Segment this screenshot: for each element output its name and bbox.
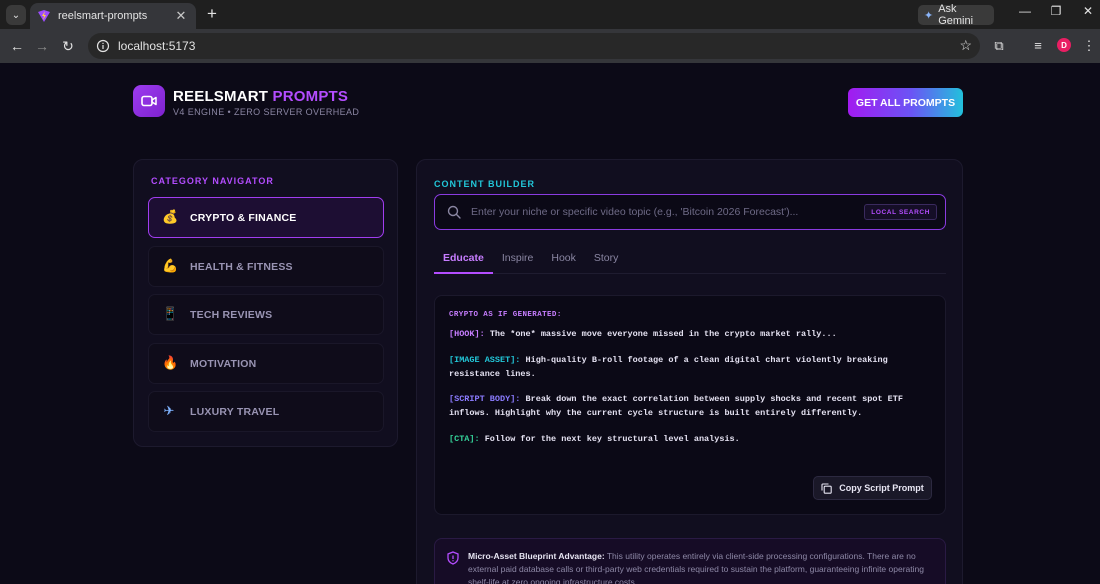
money-bag-icon: 💰 bbox=[162, 210, 179, 225]
browser-tab-bar: ⌄ reelsmart-prompts ✕ + ✦ Ask Gemini — ❐… bbox=[0, 0, 1100, 29]
content-builder-heading: CONTENT BUILDER bbox=[434, 179, 535, 189]
prompt-style-tabs: Educate Inspire Hook Story bbox=[434, 248, 946, 274]
url-text: localhost:5173 bbox=[118, 39, 196, 53]
tab-hook[interactable]: Hook bbox=[542, 248, 585, 274]
category-health-fitness[interactable]: 💪 HEALTH & FITNESS bbox=[148, 246, 384, 287]
script-body-line: [SCRIPT BODY]: Break down the exact corr… bbox=[449, 393, 929, 420]
hook-tag: [HOOK]: bbox=[449, 329, 485, 339]
restore-icon[interactable]: ❐ bbox=[1046, 4, 1066, 18]
address-bar[interactable]: localhost:5173 ☆ bbox=[88, 33, 980, 59]
brand-title-accent: PROMPTS bbox=[272, 88, 349, 105]
category-tech-reviews[interactable]: 📱 TECH REVIEWS bbox=[148, 294, 384, 335]
brand-subtitle: V4 ENGINE • ZERO SERVER OVERHEAD bbox=[173, 107, 360, 117]
category-label: HEALTH & FITNESS bbox=[190, 260, 293, 273]
new-tab-button[interactable]: + bbox=[203, 5, 221, 23]
tab-story[interactable]: Story bbox=[585, 248, 628, 274]
brand-logo bbox=[133, 85, 165, 117]
category-label: CRYPTO & FINANCE bbox=[190, 211, 297, 224]
blueprint-advantage-note: Micro-Asset Blueprint Advantage: This ut… bbox=[434, 538, 946, 584]
reload-icon[interactable]: ↻ bbox=[59, 37, 77, 55]
vite-icon bbox=[38, 10, 50, 22]
script-body-tag: [SCRIPT BODY]: bbox=[449, 394, 521, 404]
close-window-icon[interactable]: ✕ bbox=[1078, 4, 1098, 18]
image-asset-tag: [IMAGE ASSET]: bbox=[449, 355, 521, 365]
browser-tab[interactable]: reelsmart-prompts ✕ bbox=[30, 3, 196, 29]
shield-icon bbox=[447, 551, 459, 565]
video-camera-icon bbox=[141, 95, 157, 107]
generated-script-box: CRYPTO AS IF GENERATED: [HOOK]: The *one… bbox=[434, 295, 946, 515]
site-info-icon[interactable] bbox=[96, 39, 110, 53]
fire-icon: 🔥 bbox=[162, 356, 179, 371]
script-image-line: [IMAGE ASSET]: High-quality B-roll foota… bbox=[449, 354, 929, 381]
gemini-icon: ✦ bbox=[924, 9, 934, 22]
media-control-icon[interactable]: ≡ bbox=[1030, 38, 1046, 54]
script-cta-line: [CTA]: Follow for the next key structura… bbox=[449, 433, 929, 447]
bookmark-star-icon[interactable]: ☆ bbox=[959, 37, 972, 54]
blueprint-title: Micro-Asset Blueprint Advantage: bbox=[468, 551, 605, 561]
copy-script-prompt-button[interactable]: Copy Script Prompt bbox=[813, 476, 932, 500]
copy-icon bbox=[821, 482, 832, 494]
flexed-biceps-icon: 💪 bbox=[162, 259, 179, 274]
tab-inspire[interactable]: Inspire bbox=[493, 248, 543, 274]
category-label: MOTIVATION bbox=[190, 357, 257, 370]
topic-search-box: LOCAL SEARCH bbox=[434, 194, 946, 230]
hook-text: The *one* massive move everyone missed i… bbox=[484, 329, 837, 339]
ask-gemini-button[interactable]: ✦ Ask Gemini bbox=[918, 3, 994, 27]
cta-text: Follow for the next key structural level… bbox=[479, 434, 740, 444]
airplane-icon: ✈ bbox=[163, 404, 175, 419]
category-label: LUXURY TRAVEL bbox=[190, 405, 280, 418]
copy-script-prompt-label: Copy Script Prompt bbox=[839, 483, 924, 493]
search-icon bbox=[447, 205, 461, 219]
content-builder-panel: CONTENT BUILDER LOCAL SEARCH Educate Ins… bbox=[416, 159, 963, 584]
forward-icon[interactable]: → bbox=[33, 37, 51, 55]
category-motivation[interactable]: 🔥 MOTIVATION bbox=[148, 343, 384, 384]
cta-tag: [CTA]: bbox=[449, 434, 480, 444]
menu-icon[interactable]: ⋮ bbox=[1081, 38, 1097, 54]
category-luxury-travel[interactable]: ✈ LUXURY TRAVEL bbox=[148, 391, 384, 432]
tab-title: reelsmart-prompts bbox=[58, 10, 148, 22]
tab-search-icon[interactable]: ⌄ bbox=[6, 5, 26, 25]
brand-title: REELSMART PROMPTS bbox=[173, 88, 348, 105]
category-label: TECH REVIEWS bbox=[190, 308, 273, 321]
get-all-prompts-button[interactable]: GET ALL PROMPTS bbox=[848, 88, 963, 117]
extensions-icon[interactable]: ⧉ bbox=[991, 38, 1007, 54]
page-content: REELSMART PROMPTS V4 ENGINE • ZERO SERVE… bbox=[0, 63, 1100, 584]
category-navigator-panel: CATEGORY NAVIGATOR 💰 CRYPTO & FINANCE 💪 … bbox=[133, 159, 398, 447]
profile-avatar[interactable]: D bbox=[1057, 38, 1071, 52]
script-hook-line: [HOOK]: The *one* massive move everyone … bbox=[449, 328, 929, 342]
tab-close-icon[interactable]: ✕ bbox=[174, 8, 188, 24]
script-heading: CRYPTO AS IF GENERATED: bbox=[449, 311, 562, 319]
category-navigator-heading: CATEGORY NAVIGATOR bbox=[151, 176, 274, 186]
blueprint-text: Micro-Asset Blueprint Advantage: This ut… bbox=[468, 550, 938, 584]
mobile-phone-icon: 📱 bbox=[162, 307, 179, 322]
minimize-icon[interactable]: — bbox=[1015, 4, 1035, 18]
back-icon[interactable]: ← bbox=[8, 37, 26, 55]
tab-educate[interactable]: Educate bbox=[434, 248, 493, 274]
local-search-badge: LOCAL SEARCH bbox=[864, 204, 937, 220]
browser-toolbar: ← → ↻ localhost:5173 ☆ ⧉ ≡ ⋮ bbox=[0, 29, 1100, 63]
brand-title-main: REELSMART bbox=[173, 88, 269, 105]
category-crypto-finance[interactable]: 💰 CRYPTO & FINANCE bbox=[148, 197, 384, 238]
ask-gemini-label: Ask Gemini bbox=[938, 3, 974, 27]
topic-search-input[interactable] bbox=[471, 206, 865, 218]
